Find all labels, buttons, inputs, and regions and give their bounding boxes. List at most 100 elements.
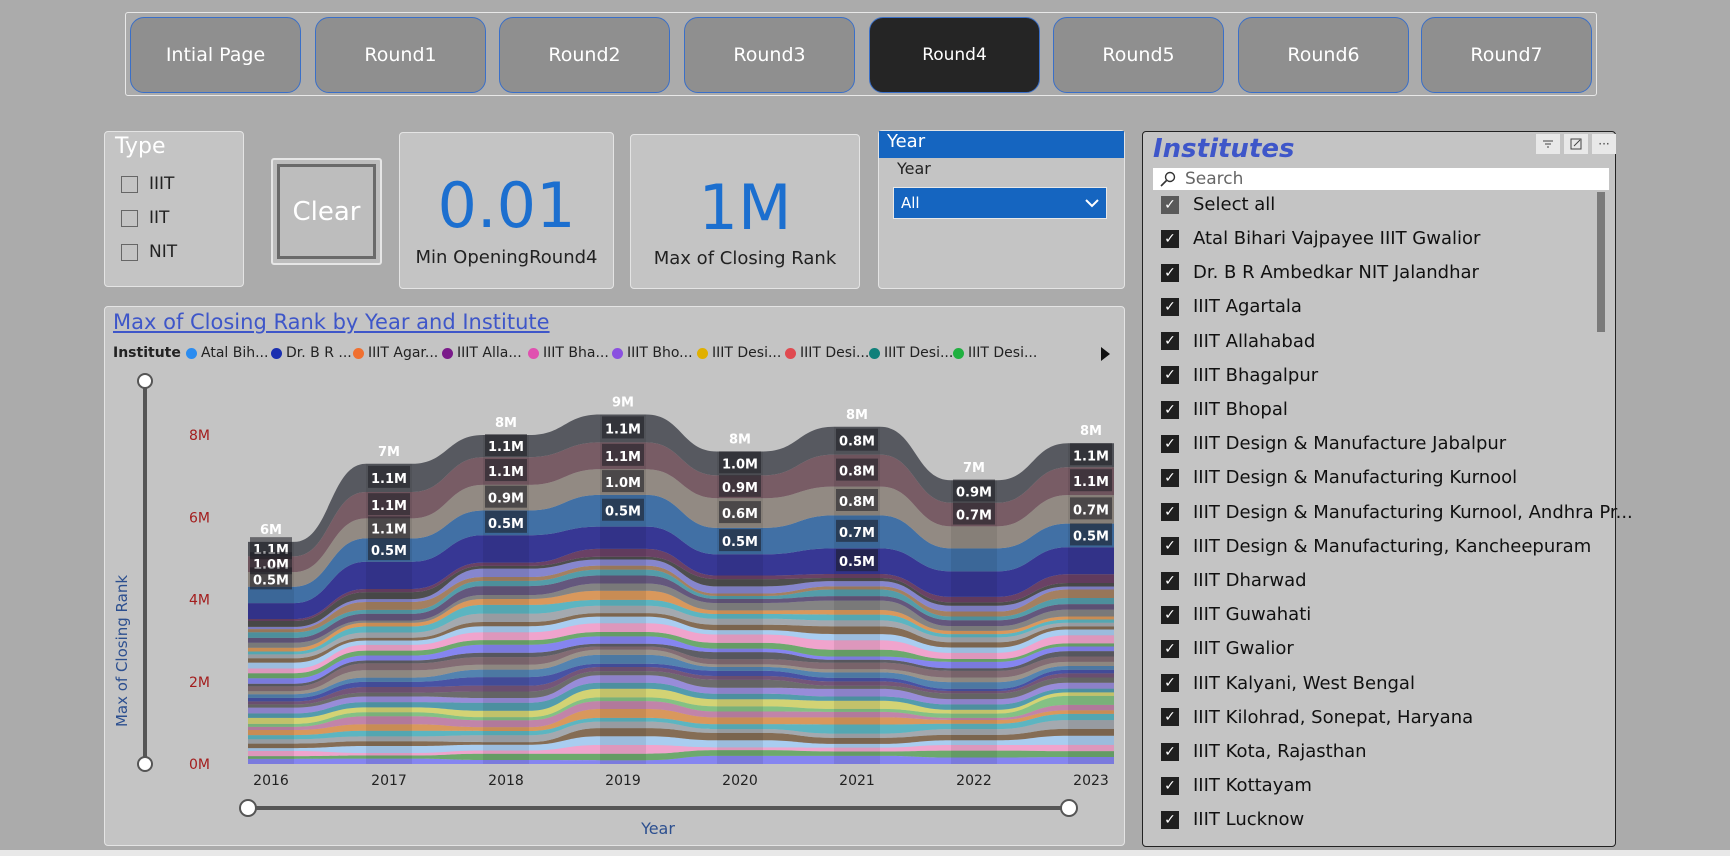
checkbox-checked-icon[interactable]: ✓	[1161, 708, 1179, 727]
checkbox-checked-icon[interactable]: ✓	[1161, 400, 1179, 419]
data-label: 0.9M	[956, 485, 992, 500]
checkbox-checked-icon[interactable]: ✓	[1161, 297, 1179, 316]
institute-item[interactable]: ✓ IIIT Design & Manufacturing, Kancheepur…	[1161, 536, 1591, 557]
checkbox-checked-icon[interactable]: ✓	[1161, 674, 1179, 693]
institute-item[interactable]: ✓ IIIT Bhagalpur	[1161, 365, 1318, 386]
type-slicer-title: Type	[115, 134, 166, 159]
checkbox-checked-icon[interactable]: ✓	[1161, 263, 1179, 282]
filter-icon[interactable]	[1536, 134, 1560, 154]
type-option-label: IIT	[149, 208, 170, 228]
institute-item[interactable]: ✓ IIIT Gwalior	[1161, 638, 1294, 659]
institute-item[interactable]: ✓ IIIT Kota, Rajasthan	[1161, 741, 1367, 762]
search-input[interactable]: Search	[1185, 169, 1243, 189]
x-tick-label: 2022	[956, 773, 992, 789]
data-label: 0.8M	[839, 435, 875, 450]
checkbox-checked-icon[interactable]: ✓	[1161, 537, 1179, 556]
nav-button-round6[interactable]: Round6	[1238, 17, 1409, 93]
data-label: 1.1M	[1073, 475, 1109, 490]
checkbox-checked-icon[interactable]: ✓	[1161, 468, 1179, 487]
data-label: 0.7M	[956, 509, 992, 524]
clear-button[interactable]: Clear	[271, 158, 382, 265]
nav-button-round3[interactable]: Round3	[684, 17, 855, 93]
institute-item[interactable]: ✓ IIIT Design & Manufacture Jabalpur	[1161, 433, 1506, 454]
checkbox-checked-icon[interactable]: ✓	[1161, 605, 1179, 624]
institute-item[interactable]: ✓ IIIT Kottayam	[1161, 775, 1312, 796]
round-navigation-bar: Intial Page Round1 Round2 Round3 Round4 …	[125, 12, 1597, 96]
nav-button-round1[interactable]: Round1	[315, 17, 486, 93]
institute-item[interactable]: ✓ Atal Bihari Vajpayee IIIT Gwalior	[1161, 228, 1480, 249]
type-option-iit[interactable]: IIT	[121, 208, 169, 228]
institute-label: Atal Bihari Vajpayee IIIT Gwalior	[1193, 228, 1481, 249]
institute-label: IIIT Kota, Rajasthan	[1193, 741, 1367, 762]
checkbox-checked-icon[interactable]: ✓	[1161, 776, 1179, 795]
data-label: 1.0M	[722, 457, 758, 472]
data-label: 1.1M	[1073, 449, 1109, 464]
institute-item[interactable]: ✓ IIIT Dharwad	[1161, 570, 1307, 591]
checkbox-checked-icon[interactable]: ✓	[1161, 195, 1179, 214]
nav-button-initial-page[interactable]: Intial Page	[130, 17, 301, 93]
x-slider-left-handle	[239, 799, 257, 817]
data-label: 1.1M	[371, 522, 407, 537]
y-tick-label: 6M	[189, 510, 210, 526]
y-tick-label: 4M	[189, 593, 210, 609]
institute-item[interactable]: ✓ IIIT Allahabad	[1161, 331, 1315, 352]
checkbox-icon[interactable]	[121, 175, 138, 193]
checkbox-checked-icon[interactable]: ✓	[1161, 434, 1179, 453]
checkbox-icon[interactable]	[121, 209, 138, 227]
y-tick-label: 8M	[189, 428, 210, 444]
more-options-icon[interactable]: ···	[1592, 134, 1616, 154]
institutes-search[interactable]: Search	[1153, 168, 1609, 190]
column-bar	[1068, 443, 1114, 764]
institute-label: IIIT Agartala	[1193, 296, 1302, 318]
type-option-nit[interactable]: NIT	[121, 242, 177, 262]
type-option-iiit[interactable]: IIIT	[121, 174, 174, 194]
checkbox-checked-icon[interactable]: ✓	[1161, 810, 1179, 829]
institute-item[interactable]: ✓ IIIT Kilohrad, Sonepat, Haryana	[1161, 707, 1473, 728]
kpi-min-opening-card: 0.01 Min OpeningRound4	[399, 132, 614, 289]
focus-mode-icon[interactable]	[1564, 134, 1588, 154]
institute-label: IIIT Kalyani, West Bengal	[1193, 672, 1415, 694]
checkbox-icon[interactable]	[121, 243, 138, 261]
x-tick-label: 2023	[1073, 773, 1109, 789]
institute-label: IIIT Guwahati	[1193, 604, 1312, 626]
institute-item[interactable]: ✓ Dr. B R Ambedkar NIT Jalandhar	[1161, 262, 1479, 283]
checkbox-checked-icon[interactable]: ✓	[1161, 571, 1179, 590]
institute-label: IIIT Lucknow	[1193, 809, 1305, 831]
y-slider-bottom-handle	[137, 756, 153, 772]
clear-button-label: Clear	[277, 164, 376, 259]
institute-item[interactable]: ✓ IIIT Kalyani, West Bengal	[1161, 673, 1415, 694]
checkbox-checked-icon[interactable]: ✓	[1161, 503, 1179, 522]
nav-button-round2[interactable]: Round2	[499, 17, 670, 93]
institute-item[interactable]: ✓ IIIT Design & Manufacturing Kurnool, An…	[1161, 502, 1633, 523]
checkbox-checked-icon[interactable]: ✓	[1161, 742, 1179, 761]
kpi-max-closing-value: 1M	[698, 171, 792, 244]
institute-item[interactable]: ✓ IIIT Bhopal	[1161, 399, 1288, 420]
data-label: 0.5M	[839, 555, 875, 570]
institute-label: IIIT Design & Manufacturing Kurnool	[1193, 467, 1518, 489]
checkbox-checked-icon[interactable]: ✓	[1161, 229, 1179, 248]
institute-label: Select all	[1193, 194, 1276, 215]
nav-button-round5[interactable]: Round5	[1053, 17, 1224, 93]
institute-label: IIIT Kottayam	[1193, 775, 1312, 797]
institute-label: IIIT Dharwad	[1193, 570, 1307, 591]
institute-item[interactable]: ✓ IIIT Lucknow	[1161, 809, 1304, 830]
checkbox-checked-icon[interactable]: ✓	[1161, 366, 1179, 385]
checkbox-checked-icon[interactable]: ✓	[1161, 639, 1179, 658]
nav-button-round4[interactable]: Round4	[869, 17, 1040, 93]
institute-item[interactable]: ✓ IIIT Design & Manufacturing Kurnool	[1161, 467, 1517, 488]
type-option-label: IIIT	[149, 174, 175, 194]
nav-button-round7[interactable]: Round7	[1421, 17, 1592, 93]
type-option-label: NIT	[149, 242, 178, 262]
scrollbar-thumb[interactable]	[1597, 192, 1605, 332]
institute-label: Dr. B R Ambedkar NIT Jalandhar	[1193, 262, 1479, 284]
institute-item[interactable]: ✓ IIIT Agartala	[1161, 296, 1302, 317]
ribbon-chart: 0M 2M 4M 6M 8M Max of Closing Rank 6M 1.1M 1.0M 0…	[113, 373, 1114, 838]
institute-item[interactable]: ✓ IIIT Guwahati	[1161, 604, 1311, 625]
institute-select-all[interactable]: ✓ Select all	[1161, 194, 1275, 215]
column-total-label: 7M	[378, 445, 400, 460]
kpi-min-opening-value: 0.01	[437, 169, 576, 242]
year-dropdown[interactable]: All	[893, 187, 1107, 219]
checkbox-checked-icon[interactable]: ✓	[1161, 332, 1179, 351]
column-bar	[600, 414, 646, 764]
data-label: 0.6M	[722, 507, 758, 522]
